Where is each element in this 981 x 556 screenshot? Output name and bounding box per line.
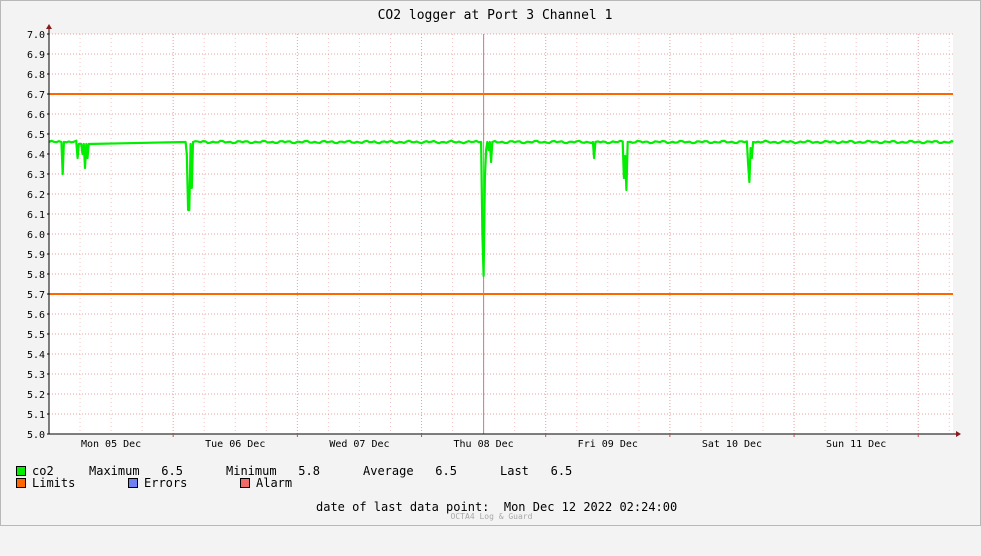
x-tick-label: Sat 10 Dec	[702, 439, 762, 450]
y-tick-label: 6.1	[27, 210, 45, 221]
x-tick-label: Sun 11 Dec	[826, 439, 886, 450]
x-axis-arrow	[956, 431, 961, 437]
y-tick-label: 6.9	[27, 50, 45, 61]
legend-item-alarm: Alarm	[240, 477, 292, 490]
chart: CO2 logger at Port 3 Channel 1 7.0 6.9 6.8…	[27, 8, 961, 450]
y-tick-label: 6.3	[27, 170, 45, 181]
y-tick-label: 5.7	[27, 290, 45, 301]
x-axis-ticks: Mon 05 Dec Tue 06 Dec Wed 07 Dec Thu 08 Dec…	[81, 434, 919, 450]
credit-watermark: OCTA4 Log & Guard	[450, 512, 533, 521]
legend-swatch-errors	[128, 478, 138, 488]
x-tick-label: Thu 08 Dec	[454, 439, 514, 450]
y-tick-label: 5.4	[27, 350, 45, 361]
chart-window: CO2 logger at Port 3 Channel 1 7.0 6.9 6.8…	[0, 0, 981, 526]
chart-title: CO2 logger at Port 3 Channel 1	[378, 8, 613, 23]
y-tick-label: 6.4	[27, 150, 45, 161]
y-tick-label: 6.2	[27, 190, 45, 201]
y-tick-label: 5.9	[27, 250, 45, 261]
stat-last: Last 6.5	[500, 464, 573, 478]
y-tick-label: 5.8	[27, 270, 45, 281]
x-tick-label: Fri 09 Dec	[578, 439, 638, 450]
x-tick-label: Tue 06 Dec	[205, 439, 265, 450]
legend-swatch-limits	[16, 478, 26, 488]
y-axis-arrow	[46, 24, 52, 29]
y-tick-label: 7.0	[27, 30, 45, 41]
y-tick-label: 5.5	[27, 330, 45, 341]
stat-average: Average 6.5	[363, 464, 457, 478]
stat-minimum-value: 5.8	[298, 464, 320, 478]
legend-item-limits: Limits	[16, 477, 75, 490]
legend-other-row: Limits Errors Alarm	[16, 477, 292, 490]
legend-swatch-co2	[16, 466, 26, 476]
legend-swatch-alarm	[240, 478, 250, 488]
y-tick-label: 6.8	[27, 70, 45, 81]
legend-label-errors: Errors	[144, 476, 188, 490]
legend-label-alarm: Alarm	[256, 476, 293, 490]
y-tick-label: 6.5	[27, 130, 45, 141]
y-axis-ticks: 7.0 6.9 6.8 6.7 6.6 6.5 6.4 6.3 6.2 6.1 6.0 5.9 5.8 5…	[27, 30, 49, 441]
y-tick-label: 6.7	[27, 90, 45, 101]
y-tick-label: 5.1	[27, 410, 45, 421]
x-tick-label: Mon 05 Dec	[81, 439, 141, 450]
legend-label-limits: Limits	[32, 476, 76, 490]
legend-item-errors: Errors	[128, 477, 187, 490]
y-tick-label: 5.2	[27, 390, 45, 401]
y-tick-label: 6.6	[27, 110, 45, 121]
y-tick-label: 5.0	[27, 430, 45, 441]
stat-average-value: 6.5	[435, 464, 457, 478]
y-tick-label: 5.6	[27, 310, 45, 321]
y-tick-label: 6.0	[27, 230, 45, 241]
y-tick-label: 5.3	[27, 370, 45, 381]
x-tick-label: Wed 07 Dec	[329, 439, 389, 450]
stat-last-value: 6.5	[550, 464, 573, 478]
